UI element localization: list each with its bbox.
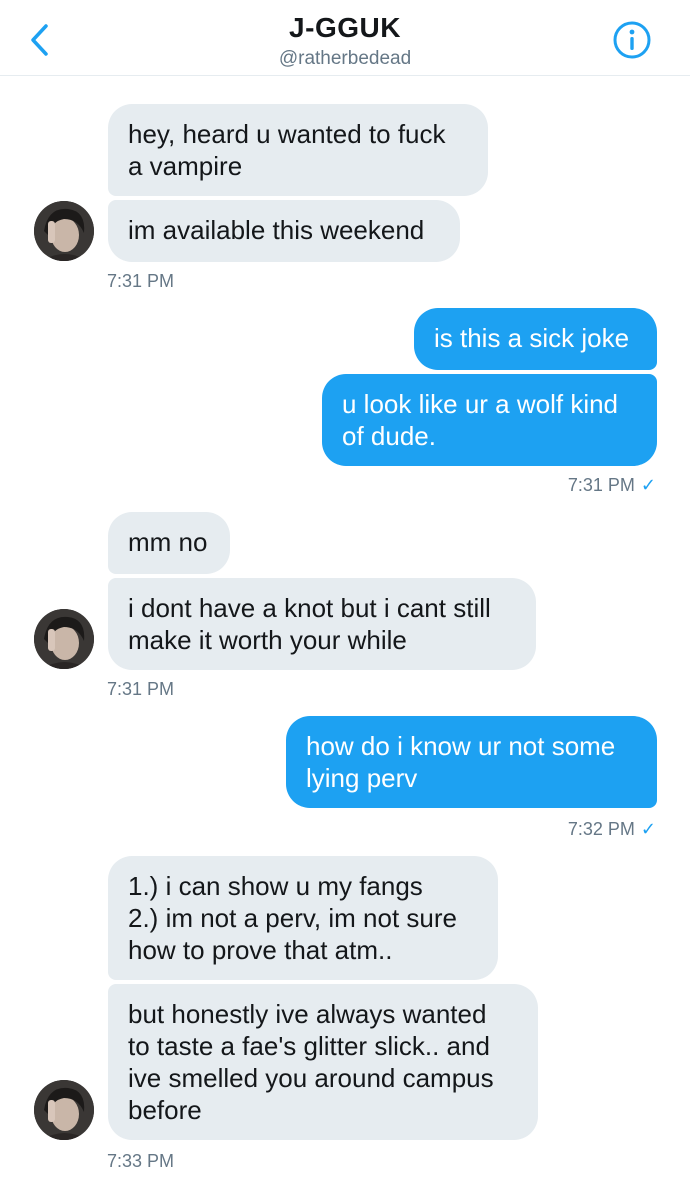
message-bubble-incoming[interactable]: hey, heard u wanted to fuck a vampire: [108, 104, 488, 196]
avatar[interactable]: [34, 609, 94, 669]
message-bubble-incoming[interactable]: but honestly ive always wanted to taste …: [108, 984, 538, 1140]
avatar[interactable]: [34, 1080, 94, 1140]
read-receipt-icon: ✓: [640, 819, 656, 839]
message-bubble-outgoing[interactable]: how do i know ur not some lying perv: [286, 716, 657, 808]
info-button[interactable]: [612, 20, 652, 60]
message-bubble-outgoing[interactable]: is this a sick joke: [414, 308, 657, 370]
avatar-image: [34, 1080, 94, 1140]
timestamp: 7:31 PM: [107, 271, 175, 291]
timestamp-with-status: 7:32 PM ✓: [480, 818, 656, 840]
message-bubble-incoming[interactable]: i dont have a knot but i cant still make…: [108, 578, 536, 670]
avatar-image: [34, 201, 94, 261]
read-receipt-icon: ✓: [640, 475, 656, 495]
timestamp: 7:31 PM: [567, 475, 635, 495]
timestamp-with-status: 7:31 PM ✓: [480, 474, 656, 496]
conversation-title-block: J-GGUK @ratherbedead: [0, 12, 690, 72]
info-circle-icon: [613, 21, 651, 59]
timestamp: 7:33 PM: [107, 1151, 175, 1171]
timestamp: 7:32 PM: [567, 819, 635, 839]
conversation-handle: @ratherbedead: [278, 48, 412, 69]
message-bubble-outgoing[interactable]: u look like ur a wolf kind of dude.: [322, 374, 657, 466]
conversation-title: J-GGUK: [289, 12, 401, 43]
conversation-header: J-GGUK @ratherbedead: [0, 0, 690, 76]
message-bubble-incoming[interactable]: 1.) i can show u my fangs 2.) im not a p…: [108, 856, 498, 980]
avatar-image: [34, 609, 94, 669]
message-bubble-incoming[interactable]: mm no: [108, 512, 230, 574]
avatar[interactable]: [34, 201, 94, 261]
timestamp: 7:31 PM: [107, 679, 175, 699]
message-bubble-incoming[interactable]: im available this weekend: [108, 200, 460, 262]
